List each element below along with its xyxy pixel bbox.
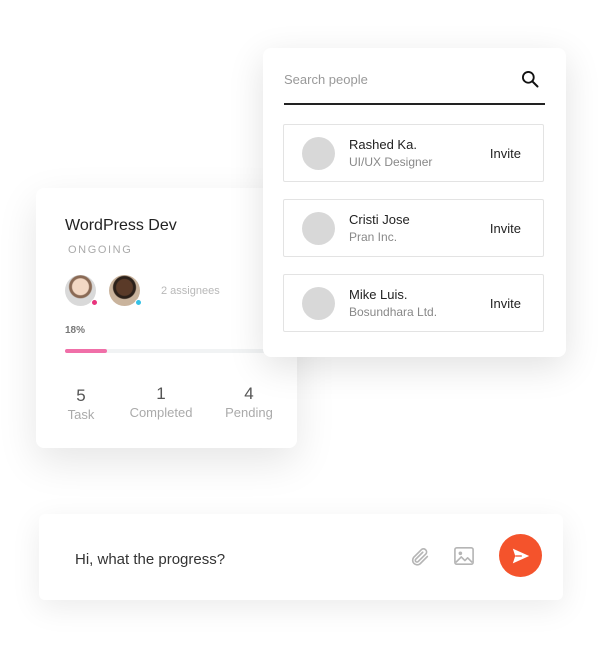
search-bar xyxy=(284,68,545,105)
search-icon[interactable] xyxy=(520,69,540,89)
stat-value: 1 xyxy=(156,384,166,403)
person-name: Rashed Ka. xyxy=(349,137,417,152)
stat-task: 5 Task xyxy=(61,386,101,422)
online-status-dot xyxy=(91,299,98,306)
stat-value: 4 xyxy=(244,384,254,403)
person-role: UI/UX Designer xyxy=(349,155,433,169)
stat-pending: 4 Pending xyxy=(222,384,276,420)
stat-label: Task xyxy=(67,407,95,422)
person-row: Cristi Jose Pran Inc. Invite xyxy=(283,199,544,257)
assignee-avatar[interactable] xyxy=(65,275,98,306)
invite-button[interactable]: Invite xyxy=(490,296,521,311)
avatar-placeholder xyxy=(302,287,335,320)
person-role: Bosundhara Ltd. xyxy=(349,305,438,319)
project-card: WordPress Dev ONGOING 2 assignees 18% 5 … xyxy=(36,188,297,448)
assignee-avatar[interactable] xyxy=(109,275,142,306)
project-title: WordPress Dev xyxy=(65,217,177,234)
message-composer xyxy=(39,514,563,600)
avatar-placeholder xyxy=(302,137,335,170)
message-input[interactable] xyxy=(75,548,375,570)
person-name: Cristi Jose xyxy=(349,212,410,227)
person-row: Rashed Ka. UI/UX Designer Invite xyxy=(283,124,544,182)
project-status: ONGOING xyxy=(68,244,133,256)
search-input[interactable] xyxy=(284,68,504,90)
send-icon xyxy=(512,548,529,563)
stat-label: Completed xyxy=(129,405,193,420)
avatar-placeholder xyxy=(302,212,335,245)
stat-completed: 1 Completed xyxy=(126,384,196,420)
stat-label: Pending xyxy=(225,405,273,420)
person-name: Mike Luis. xyxy=(349,287,408,302)
assignees-count: 2 assignees xyxy=(161,285,220,297)
invite-button[interactable]: Invite xyxy=(490,146,521,161)
person-row: Mike Luis. Bosundhara Ltd. Invite xyxy=(283,274,544,332)
image-icon[interactable] xyxy=(453,546,475,566)
online-status-dot xyxy=(135,299,142,306)
progress-fill xyxy=(65,349,107,353)
send-button[interactable] xyxy=(499,534,542,577)
paperclip-icon[interactable] xyxy=(409,545,431,569)
search-people-panel: Rashed Ka. UI/UX Designer Invite Cristi … xyxy=(263,48,566,357)
stat-value: 5 xyxy=(76,386,86,405)
progress-label: 18% xyxy=(65,325,86,336)
invite-button[interactable]: Invite xyxy=(490,221,521,236)
person-role: Pran Inc. xyxy=(349,230,398,244)
